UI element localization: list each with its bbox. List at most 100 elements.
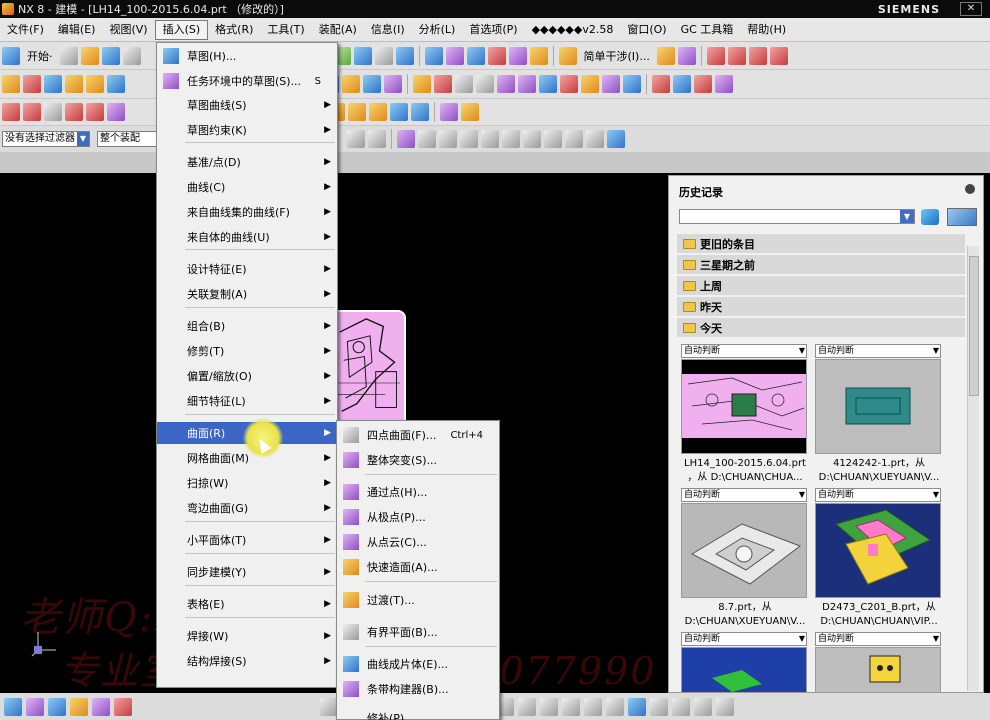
menu-item-weld[interactable]: 焊接(W) ▶ <box>157 625 337 647</box>
view-icon[interactable] <box>374 46 393 65</box>
start-icon[interactable] <box>2 46 20 65</box>
menu-item-synchronous-modeling[interactable]: 同步建模(Y) ▶ <box>157 561 337 583</box>
existing-point-icon[interactable] <box>544 130 562 148</box>
line-tool-icon[interactable] <box>2 103 20 121</box>
control-point-icon[interactable] <box>460 130 478 148</box>
law-curve-icon[interactable] <box>672 697 690 716</box>
feature-icon[interactable] <box>353 46 372 65</box>
back-arrow-icon[interactable] <box>921 209 939 225</box>
card-mode-dropdown[interactable]: 自动判断 ▼ <box>681 344 807 358</box>
menu-item-facet-body[interactable]: 小平面体(T) ▶ <box>157 529 337 551</box>
pattern-icon[interactable] <box>623 75 641 93</box>
menu-item-transition[interactable]: 过渡(T)... <box>337 589 499 611</box>
menu-item-sketch-curve[interactable]: 草图曲线(S) ▶ <box>157 94 337 116</box>
hole-icon[interactable] <box>65 75 83 93</box>
start-button[interactable]: 开始· <box>27 48 53 64</box>
menu-item-curve-from-body[interactable]: 来自体的曲线(U) ▶ <box>157 226 337 248</box>
menu-assembly[interactable]: 装配(A) <box>312 20 364 40</box>
pink-mold-part[interactable] <box>336 310 406 422</box>
draft-icon[interactable] <box>384 75 402 93</box>
paint-icon[interactable] <box>461 103 479 121</box>
arc-center-icon[interactable] <box>502 130 520 148</box>
menu-item-datum-point[interactable]: 基准/点(D) ▶ <box>157 151 337 173</box>
history-scrollbar[interactable] <box>967 246 979 691</box>
menu-item-from-point-cloud[interactable]: 从点云(C)... <box>337 531 499 553</box>
resize-icon[interactable] <box>602 75 620 93</box>
measure-icon[interactable] <box>656 46 675 65</box>
pin-icon[interactable] <box>965 184 975 194</box>
history-group-older[interactable]: 更旧的条目 <box>677 234 965 253</box>
menu-analysis[interactable]: 分析(L) <box>412 20 463 40</box>
spline-icon[interactable] <box>748 46 767 65</box>
replace-face-icon[interactable] <box>539 75 557 93</box>
layer-icon[interactable] <box>424 46 443 65</box>
menu-item-through-points[interactable]: 通过点(H)... <box>337 481 499 503</box>
menu-window[interactable]: 窗口(O) <box>620 20 673 40</box>
section-icon[interactable] <box>411 103 429 121</box>
zoom-icon[interactable] <box>70 697 88 716</box>
rotate-icon[interactable] <box>26 697 44 716</box>
history-group-three-weeks[interactable]: 三星期之前 <box>677 255 965 274</box>
undo-icon[interactable] <box>122 46 141 65</box>
move-face-icon[interactable] <box>581 75 599 93</box>
revolve-icon[interactable] <box>23 75 41 93</box>
wrap-curve-icon[interactable] <box>584 697 602 716</box>
face-blend-icon[interactable] <box>369 103 387 121</box>
arc-tool-icon[interactable] <box>23 103 41 121</box>
move-icon[interactable] <box>445 46 464 65</box>
fit-icon[interactable] <box>4 697 22 716</box>
menu-item-four-point-surface[interactable]: 四点曲面(F)... Ctrl+4 <box>337 424 499 446</box>
menu-edit[interactable]: 编辑(E) <box>51 20 103 40</box>
history-group-today[interactable]: 今天 <box>677 318 965 337</box>
menu-item-structure-weld[interactable]: 结构焊接(S) ▶ <box>157 650 337 672</box>
scale-icon[interactable] <box>518 75 536 93</box>
menu-item-task-sketch[interactable]: 任务环境中的草图(S)... S <box>157 70 337 92</box>
menu-item-combine[interactable]: 组合(B) ▶ <box>157 315 337 337</box>
text-curve-icon[interactable] <box>606 697 624 716</box>
assembly-icon[interactable] <box>395 46 414 65</box>
menu-insert[interactable]: 插入(S) <box>154 19 209 40</box>
end-point-icon[interactable] <box>418 130 436 148</box>
chamfer-icon[interactable] <box>363 75 381 93</box>
type-filter-dropdown[interactable]: 没有选择过滤器 ▼ <box>2 131 90 147</box>
point-on-curve-icon[interactable] <box>565 130 583 148</box>
menu-item-sketch-constraint[interactable]: 草图约束(K) ▶ <box>157 119 337 141</box>
open-folder-icon[interactable] <box>80 46 99 65</box>
menu-item-ribbon-builder[interactable]: 条带构建器(B)... <box>337 678 499 700</box>
info-icon[interactable] <box>673 75 691 93</box>
selection-scope-dropdown[interactable]: 整个装配 <box>97 131 157 147</box>
check-icon[interactable] <box>677 46 696 65</box>
mate-icon[interactable] <box>508 46 527 65</box>
history-filter-dropdown[interactable]: ▼ <box>679 209 915 224</box>
intersect-curve-icon[interactable] <box>518 697 536 716</box>
menu-information[interactable]: 信息(I) <box>364 20 412 40</box>
menu-item-associative-copy[interactable]: 关联复制(A) ▶ <box>157 283 337 305</box>
menu-item-quick-surface[interactable]: 快速造面(A)... <box>337 556 499 578</box>
menu-item-flange-surface[interactable]: 弯边曲面(G) ▶ <box>157 497 337 519</box>
history-card-8-7[interactable]: 自动判断 ▼ 8.7.prt，从 D:\CHUAN\XUEYUAN\V... <box>681 488 809 627</box>
menu-item-patch[interactable]: 修补(P)... <box>337 707 499 720</box>
fit-curve-icon[interactable] <box>107 103 125 121</box>
join-curve-icon[interactable] <box>562 697 580 716</box>
bridge-curve-icon[interactable] <box>540 697 558 716</box>
pocket-icon[interactable] <box>107 75 125 93</box>
new-file-icon[interactable] <box>59 46 78 65</box>
curve-on-surface-icon[interactable] <box>390 103 408 121</box>
menu-tools[interactable]: 工具(T) <box>260 20 311 40</box>
blend-icon[interactable] <box>342 75 360 93</box>
intersection-point-icon[interactable] <box>481 130 499 148</box>
isocline-icon[interactable] <box>628 697 646 716</box>
menu-item-curve-to-sheet[interactable]: 曲线成片体(E)... <box>337 653 499 675</box>
close-icon[interactable]: ✕ <box>960 2 982 16</box>
menu-plugin[interactable]: ◆◆◆◆◆◆v2.58 <box>525 20 621 40</box>
menu-item-design-feature[interactable]: 设计特征(E) ▶ <box>157 258 337 280</box>
polyline-icon[interactable] <box>65 103 83 121</box>
unite-icon[interactable] <box>413 75 431 93</box>
menu-item-bounded-plane[interactable]: 有界平面(B)... <box>337 621 499 643</box>
menu-item-sweep[interactable]: 扫掠(W) ▶ <box>157 472 337 494</box>
card-mode-dropdown[interactable]: 自动判断 ▼ <box>681 488 807 502</box>
menu-item-derived-curve[interactable]: 来自曲线集的曲线(F) ▶ <box>157 201 337 223</box>
simple-interference-button[interactable]: 简单干涉(I)... <box>584 48 650 64</box>
history-card-d2473[interactable]: 自动判断 ▼ D2473_C201_B.prt，从 D:\CHUAN\CHUAN\… <box>815 488 943 627</box>
curve-icon[interactable] <box>706 46 725 65</box>
